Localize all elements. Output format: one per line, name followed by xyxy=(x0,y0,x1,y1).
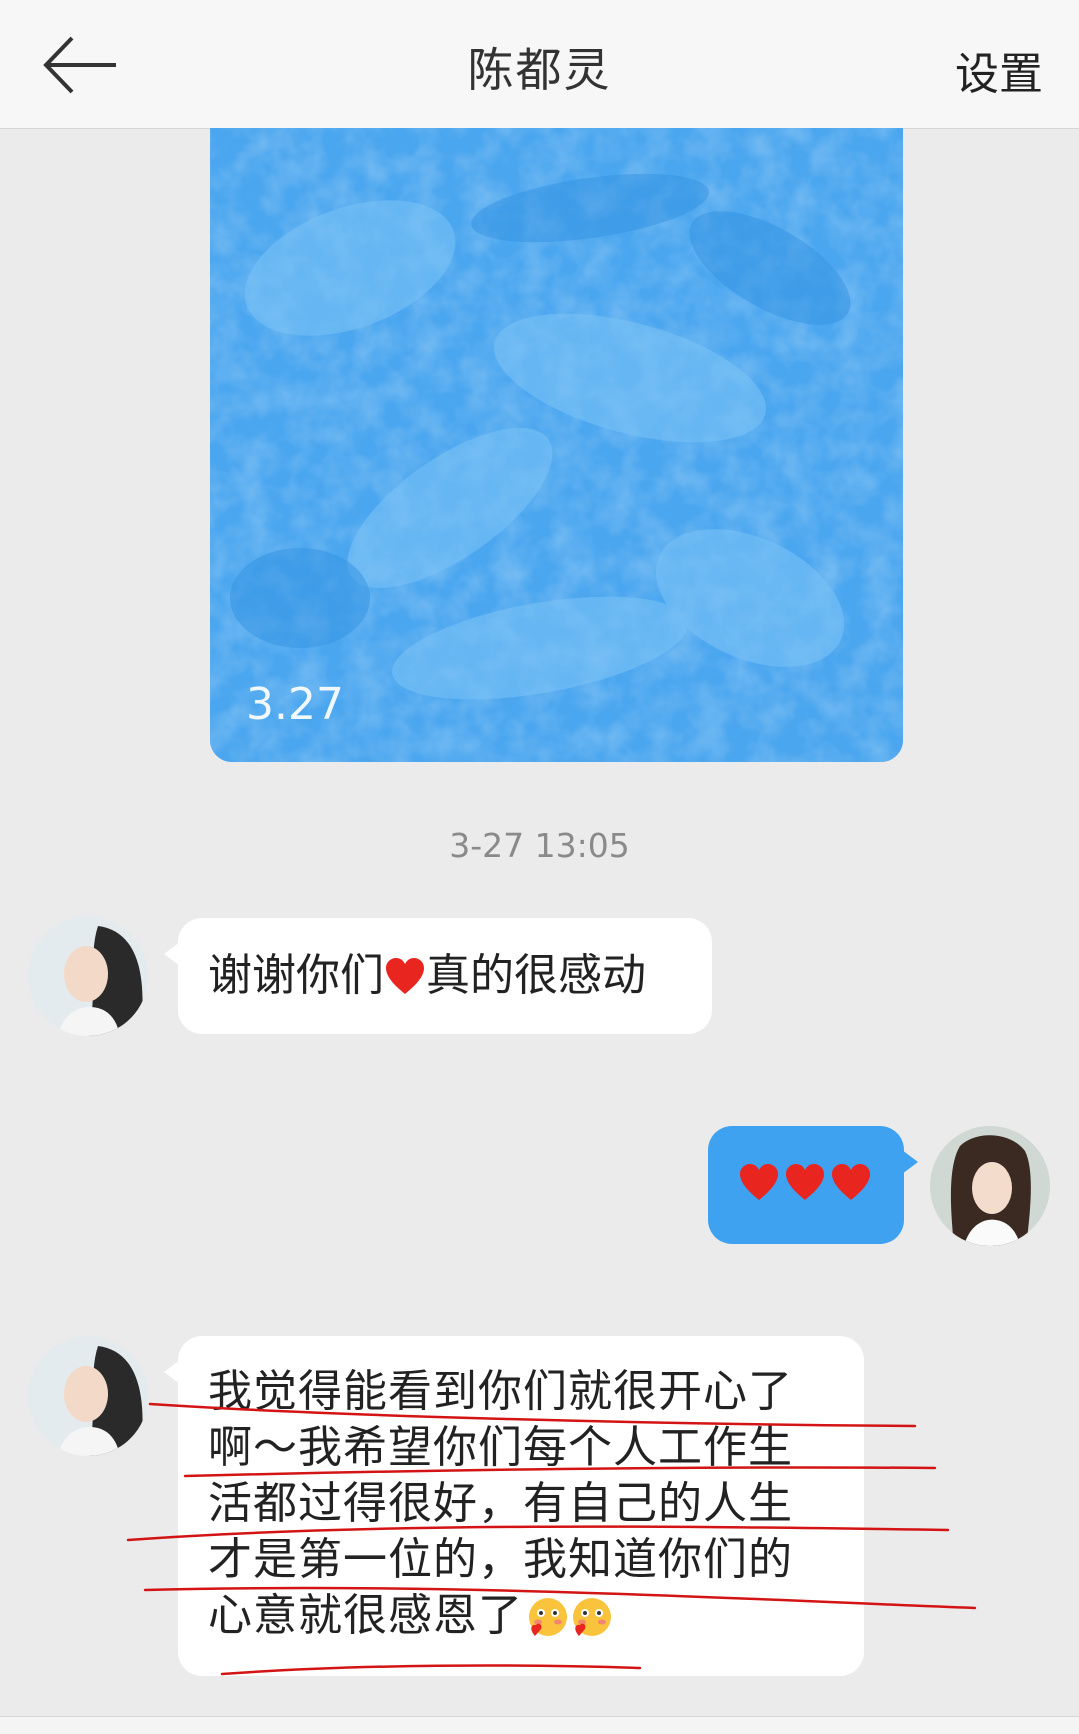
contact-avatar[interactable] xyxy=(28,1336,148,1456)
message-text: 谢谢你们 xyxy=(208,950,384,1001)
heart-icon xyxy=(740,1164,778,1200)
message-line: 活都过得很好，有自己的人生 xyxy=(208,1478,793,1529)
chat-header: 陈都灵 设置 xyxy=(0,0,1079,129)
message-bubble-outgoing[interactable] xyxy=(708,1126,918,1244)
blushing-face-icon xyxy=(573,1598,611,1636)
settings-button[interactable]: 设置 xyxy=(955,38,1043,102)
message-text-continued: 真的很感动 xyxy=(426,950,646,1001)
message-timestamp: 3-27 13:05 xyxy=(449,826,630,865)
input-bar-edge xyxy=(0,1716,1079,1734)
message-line: 才是第一位的，我知道你们的 xyxy=(208,1534,793,1585)
scribble-overlay xyxy=(210,128,903,762)
blushing-face-icon xyxy=(529,1598,567,1636)
heart-icon xyxy=(786,1164,824,1200)
chat-title: 陈都灵 xyxy=(467,43,612,97)
message-line: 啊～我希望你们每个人工作生 xyxy=(208,1422,793,1473)
image-date-text: 3.27 xyxy=(246,679,344,730)
message-bubble-incoming[interactable]: 我觉得能看到你们就很开心了 啊～我希望你们每个人工作生 活都过得很好，有自己的人… xyxy=(164,1336,864,1676)
contact-avatar[interactable] xyxy=(28,916,148,1036)
heart-icon xyxy=(832,1164,870,1200)
message-line-last: 心意就很感恩了 xyxy=(208,1588,793,1644)
message-bubble-incoming[interactable]: 谢谢你们 真的很感动 xyxy=(164,918,712,1034)
user-avatar[interactable] xyxy=(930,1126,1050,1246)
heart-icon xyxy=(386,958,424,994)
image-message[interactable]: 3.27 xyxy=(210,128,903,762)
message-line: 我觉得能看到你们就很开心了 xyxy=(208,1366,793,1417)
